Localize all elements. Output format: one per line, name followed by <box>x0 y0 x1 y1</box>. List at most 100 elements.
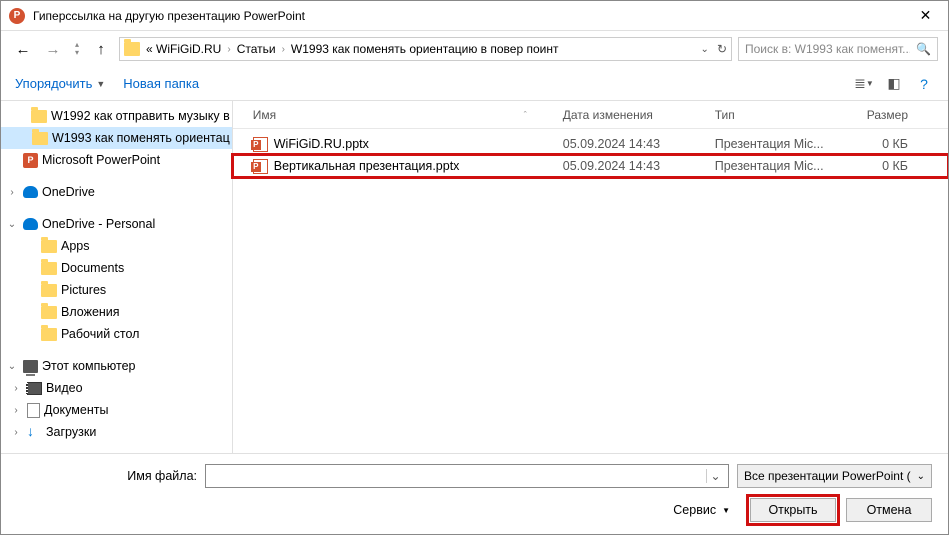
new-folder-button[interactable]: Новая папка <box>123 76 199 91</box>
tree-label: OneDrive - Personal <box>42 217 155 231</box>
forward-button[interactable]: → <box>41 37 65 61</box>
footer: Имя файла: ⌄ Все презентации PowerPoint … <box>1 453 948 534</box>
refresh-icon[interactable]: ↻ <box>717 42 727 56</box>
file-type-filter[interactable]: Все презентации PowerPoint ( ⌄ <box>737 464 932 488</box>
folder-icon <box>32 132 48 145</box>
organize-menu[interactable]: Упорядочить ▼ <box>15 76 105 91</box>
folder-icon <box>41 262 57 275</box>
file-type: Презентация Mic... <box>707 159 859 173</box>
tools-menu[interactable]: Сервис ▼ <box>673 503 730 517</box>
toolbar: Упорядочить ▼ Новая папка ≣ ▼ ◧ ? <box>1 67 948 101</box>
new-folder-label: Новая папка <box>123 76 199 91</box>
tree-item-powerpoint[interactable]: P Microsoft PowerPoint <box>1 149 232 171</box>
tree-label: W1993 как поменять ориентац <box>52 131 230 145</box>
tree-label: Pictures <box>61 283 106 297</box>
back-button[interactable]: ← <box>11 37 35 61</box>
filter-label: Все презентации PowerPoint ( <box>744 469 913 483</box>
folder-icon <box>41 306 57 319</box>
tree-item-documents2[interactable]: › Документы <box>1 399 232 421</box>
organize-label: Упорядочить <box>15 76 92 91</box>
view-options-button[interactable]: ≣ ▼ <box>854 74 874 94</box>
collapse-icon[interactable]: ⌄ <box>5 361 19 372</box>
filename-history-dropdown[interactable]: ⌄ <box>706 469 724 483</box>
tree-label: W1992 как отправить музыку в <box>51 109 230 123</box>
address-dropdown-icon[interactable]: ⌄ <box>701 44 709 55</box>
cancel-button[interactable]: Отмена <box>846 498 932 522</box>
powerpoint-icon: P <box>23 153 38 168</box>
tree-label: Вложения <box>61 305 120 319</box>
chevron-down-icon: ▼ <box>96 79 105 89</box>
tree-item-documents[interactable]: Documents <box>1 257 232 279</box>
up-button[interactable]: ↑ <box>89 37 113 61</box>
tree-item-attachments[interactable]: Вложения <box>1 301 232 323</box>
col-date-label: Дата изменения <box>563 108 653 122</box>
file-row[interactable]: WiFiGiD.RU.pptx 05.09.2024 14:43 Презент… <box>233 133 948 155</box>
tree-item-pictures[interactable]: Pictures <box>1 279 232 301</box>
breadcrumb-root[interactable]: « WiFiGiD.RU <box>146 42 221 56</box>
tree-label: Видео <box>46 381 83 395</box>
recent-locations-button[interactable]: ▴▾ <box>71 41 83 57</box>
folder-icon <box>124 42 140 56</box>
tree-item-downloads[interactable]: › Загрузки <box>1 421 232 443</box>
file-list-panel: Имя ˆ Дата изменения Тип Размер WiFiGiD.… <box>233 101 948 453</box>
tree-item-desktop[interactable]: Рабочий стол <box>1 323 232 345</box>
tree-item-w1992[interactable]: W1992 как отправить музыку в <box>1 105 232 127</box>
breadcrumb-seg1[interactable]: Статьи <box>237 42 276 56</box>
chevron-right-icon[interactable]: › <box>282 44 285 55</box>
file-date: 05.09.2024 14:43 <box>555 159 707 173</box>
tools-label: Сервис <box>673 503 716 517</box>
sort-indicator-icon: ˆ <box>524 110 547 120</box>
folder-icon <box>41 284 57 297</box>
pc-icon <box>23 360 38 373</box>
file-type: Презентация Mic... <box>707 137 859 151</box>
open-button[interactable]: Открыть <box>750 498 836 522</box>
column-name[interactable]: Имя ˆ <box>233 108 555 122</box>
folder-icon <box>41 240 57 253</box>
help-button[interactable]: ? <box>914 74 934 94</box>
onedrive-icon <box>23 186 38 198</box>
collapse-icon[interactable]: ⌄ <box>5 219 19 230</box>
file-date: 05.09.2024 14:43 <box>555 137 707 151</box>
column-header-row: Имя ˆ Дата изменения Тип Размер <box>233 101 948 129</box>
tree-label: Documents <box>61 261 124 275</box>
tree-item-apps[interactable]: Apps <box>1 235 232 257</box>
col-size-label: Размер <box>867 108 908 122</box>
tree-item-onedrive-personal[interactable]: ⌄ OneDrive - Personal <box>1 213 232 235</box>
filename-input[interactable]: ⌄ <box>205 464 729 488</box>
tree-item-videos[interactable]: › Видео <box>1 377 232 399</box>
onedrive-icon <box>23 218 38 230</box>
column-size[interactable]: Размер <box>859 108 948 122</box>
filename-label: Имя файла: <box>17 469 197 483</box>
file-row[interactable]: Вертикальная презентация.pptx 05.09.2024… <box>233 155 948 177</box>
file-size: 0 КБ <box>859 137 948 151</box>
address-bar[interactable]: « WiFiGiD.RU › Статьи › W1993 как поменя… <box>119 37 732 61</box>
search-placeholder: Поиск в: W1993 как поменят... <box>745 42 910 56</box>
expand-icon[interactable]: › <box>5 187 19 198</box>
breadcrumb-seg2[interactable]: W1993 как поменять ориентацию в повер по… <box>291 42 559 56</box>
file-name: Вертикальная презентация.pptx <box>274 159 460 173</box>
column-type[interactable]: Тип <box>707 108 859 122</box>
col-name-label: Имя <box>253 108 276 122</box>
close-button[interactable]: ✕ <box>903 1 948 31</box>
search-input[interactable]: Поиск в: W1993 как поменят... 🔍 <box>738 37 938 61</box>
tree-label: Microsoft PowerPoint <box>42 153 160 167</box>
expand-icon[interactable]: › <box>9 383 23 394</box>
search-icon[interactable]: 🔍 <box>916 42 931 56</box>
tree-item-w1993[interactable]: W1993 как поменять ориентац <box>1 127 232 149</box>
app-icon: P <box>9 8 25 24</box>
expand-icon[interactable]: › <box>9 427 23 438</box>
video-icon <box>27 382 42 395</box>
expand-icon[interactable]: › <box>9 405 23 416</box>
tree-item-this-pc[interactable]: ⌄ Этот компьютер <box>1 355 232 377</box>
preview-pane-button[interactable]: ◧ <box>884 74 904 94</box>
file-name: WiFiGiD.RU.pptx <box>274 137 369 151</box>
chevron-right-icon[interactable]: › <box>227 44 230 55</box>
tree-label: Apps <box>61 239 90 253</box>
file-dialog: P Гиперссылка на другую презентацию Powe… <box>0 0 949 535</box>
document-icon <box>27 403 40 418</box>
column-date[interactable]: Дата изменения <box>555 108 707 122</box>
tree-label: Этот компьютер <box>42 359 135 373</box>
col-type-label: Тип <box>715 108 735 122</box>
cancel-label: Отмена <box>867 503 912 517</box>
tree-item-onedrive[interactable]: › OneDrive <box>1 181 232 203</box>
